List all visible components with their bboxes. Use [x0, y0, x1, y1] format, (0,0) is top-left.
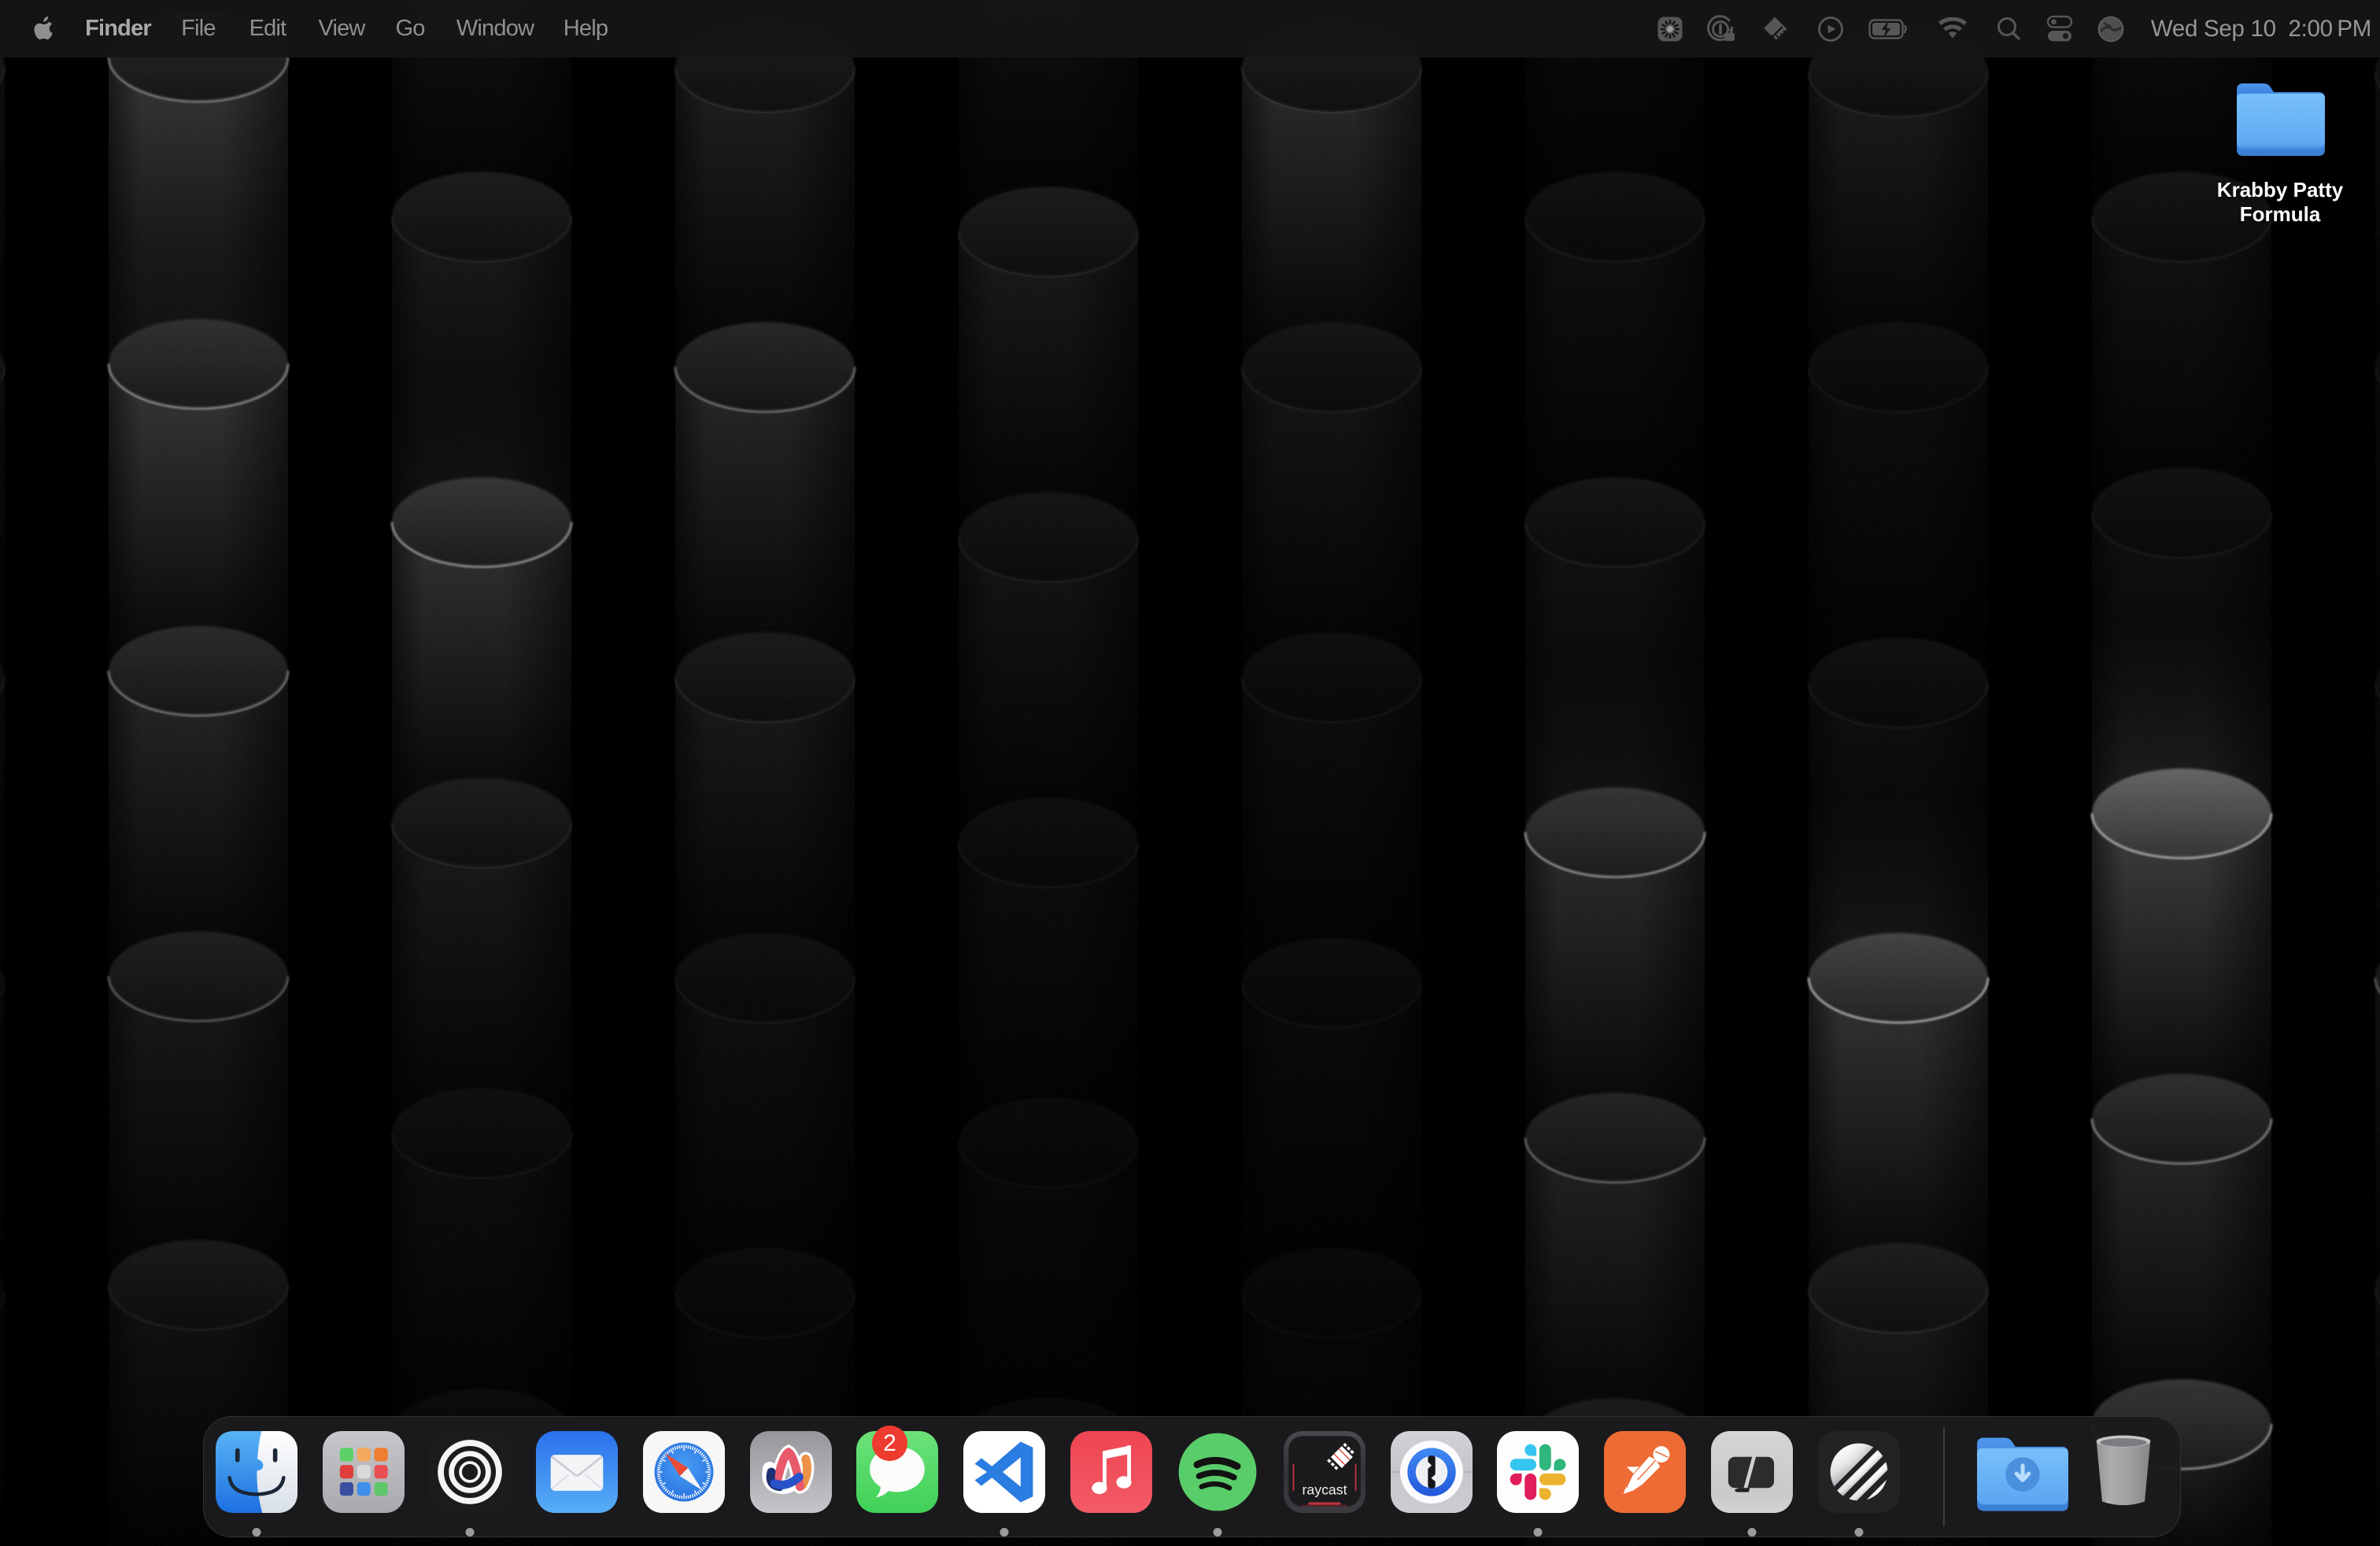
svg-text:raycast: raycast: [1303, 1482, 1347, 1498]
